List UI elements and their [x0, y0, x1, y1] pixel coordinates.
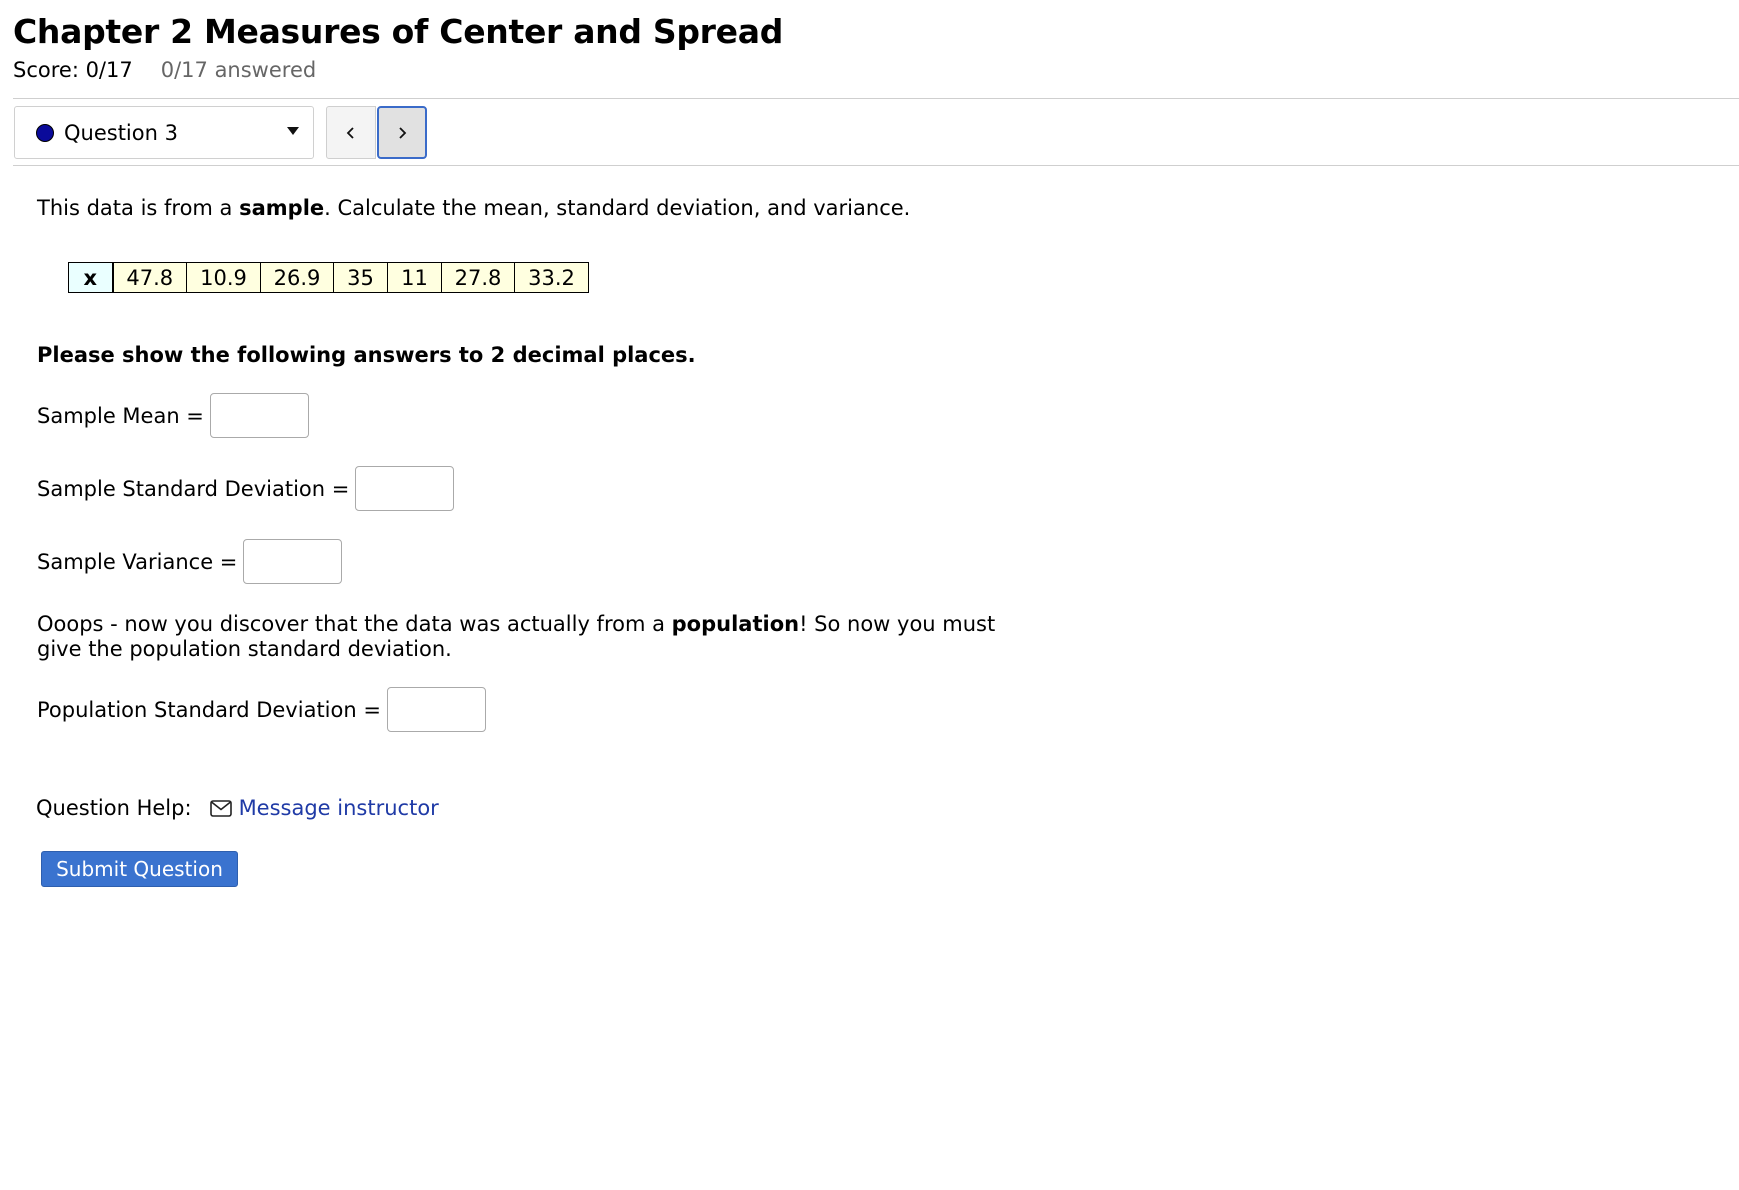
- sample-mean-label: Sample Mean =: [37, 403, 204, 428]
- population-sd-input[interactable]: [386, 687, 486, 732]
- divider-bottom: [13, 165, 1739, 166]
- question-intro: This data is from a sample. Calculate th…: [37, 196, 1037, 221]
- oops-text: Ooops - now you discover that the data w…: [37, 612, 1017, 662]
- table-header-cell: x: [68, 262, 114, 293]
- intro-text-pre: This data is from a: [37, 196, 240, 220]
- question-selector[interactable]: Question 3: [14, 106, 314, 159]
- score-text: Score: 0/17: [13, 58, 133, 82]
- previous-question-button[interactable]: [326, 106, 376, 159]
- divider-top: [13, 98, 1739, 99]
- sample-sd-label: Sample Standard Deviation =: [37, 476, 350, 501]
- sample-mean-row: Sample Mean =: [37, 393, 309, 438]
- question-selector-label: Question 3: [64, 120, 178, 145]
- instructions-text: Please show the following answers to 2 d…: [37, 343, 696, 367]
- table-cell: 11: [387, 262, 442, 293]
- answered-count: 0/17 answered: [160, 58, 317, 82]
- table-cell: 10.9: [186, 262, 261, 293]
- population-sd-label: Population Standard Deviation =: [37, 697, 381, 722]
- intro-text-post: . Calculate the mean, standard deviation…: [324, 196, 911, 220]
- caret-down-icon: [287, 127, 299, 135]
- submit-question-button[interactable]: Submit Question: [41, 851, 238, 887]
- data-table: x 47.8 10.9 26.9 35 11 27.8 33.2: [68, 262, 589, 293]
- table-cell: 33.2: [514, 262, 589, 293]
- question-intro-text: This data is from a sample. Calculate th…: [37, 196, 1037, 221]
- envelope-icon: [209, 799, 232, 817]
- status-dot-icon: [36, 123, 54, 142]
- page-title: Chapter 2 Measures of Center and Spread: [13, 12, 784, 51]
- page: Chapter 2 Measures of Center and Spread …: [0, 0, 1739, 1190]
- sample-sd-row: Sample Standard Deviation =: [37, 466, 455, 511]
- table-cell: 35: [333, 262, 388, 293]
- table-cell: 27.8: [441, 262, 515, 293]
- table-cell: 47.8: [112, 262, 187, 293]
- message-instructor-link[interactable]: Message instructor: [239, 796, 439, 820]
- sample-mean-input[interactable]: [209, 393, 309, 438]
- sample-variance-row: Sample Variance =: [37, 539, 343, 584]
- question-help: Question Help: Message instructor: [36, 796, 439, 820]
- intro-text-bold: sample: [239, 196, 325, 220]
- oops-text-bold: population: [671, 612, 800, 636]
- sample-variance-label: Sample Variance =: [37, 549, 238, 574]
- sample-sd-input[interactable]: [355, 466, 455, 511]
- population-sd-row: Population Standard Deviation =: [37, 687, 486, 732]
- table-row: x 47.8 10.9 26.9 35 11 27.8 33.2: [68, 262, 589, 293]
- question-help-label: Question Help:: [36, 796, 192, 820]
- table-cell: 26.9: [260, 262, 334, 293]
- score-row: Score: 0/17 0/17 answered: [13, 58, 316, 82]
- oops-text-pre: Ooops - now you discover that the data w…: [37, 612, 672, 636]
- next-question-button[interactable]: [377, 106, 427, 159]
- chevron-right-icon: [399, 126, 407, 139]
- chevron-left-icon: [346, 126, 354, 139]
- sample-variance-input[interactable]: [243, 539, 343, 584]
